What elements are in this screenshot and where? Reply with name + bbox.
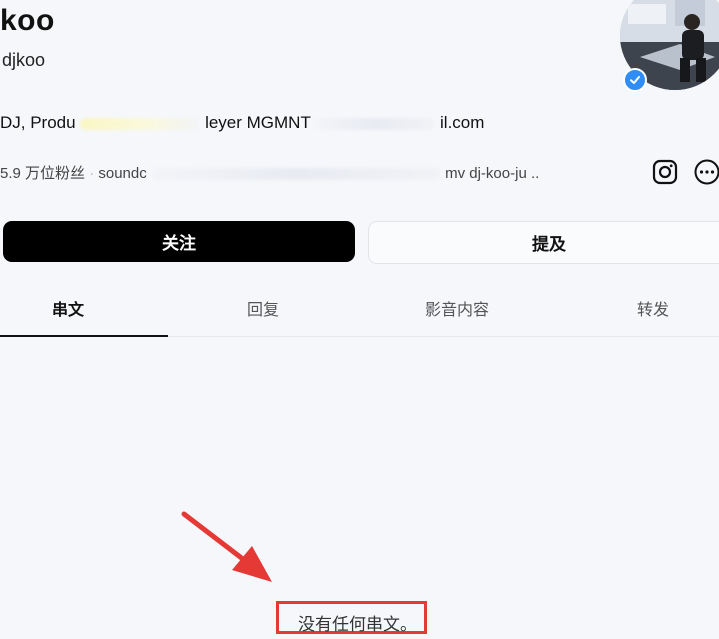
redacted-text <box>150 168 441 181</box>
tab-reposts[interactable]: 转发 <box>637 296 669 320</box>
bio-text-start: DJ, Produ <box>0 113 76 132</box>
tab-replies[interactable]: 回复 <box>247 296 279 320</box>
active-tab-indicator <box>0 335 168 337</box>
instagram-icon[interactable] <box>651 158 679 186</box>
separator: · <box>89 165 99 182</box>
tab-threads[interactable]: 串文 <box>52 296 84 320</box>
annotation-arrow-icon <box>181 511 272 582</box>
profile-name: koo <box>0 4 55 37</box>
verified-badge-icon <box>623 68 647 92</box>
profile-link-end[interactable]: mv dj-koo-ju .. <box>445 165 539 182</box>
profile-link-start[interactable]: soundc <box>98 165 146 182</box>
redacted-text <box>80 117 201 130</box>
profile-meta: 5.9 万位粉丝 · soundc mv dj-koo-ju .. <box>0 162 539 183</box>
profile-bio: DJ, Produ leyer MGMNT il.com <box>0 113 484 133</box>
redacted-text <box>315 117 436 130</box>
mention-button[interactable]: 提及 <box>368 221 719 264</box>
more-options-icon[interactable] <box>693 158 719 186</box>
bio-text-middle: leyer MGMNT <box>205 113 311 132</box>
tab-media[interactable]: 影音内容 <box>425 296 489 320</box>
empty-state-message: 没有任何串文。 <box>298 615 417 634</box>
follower-count[interactable]: 5.9 万位粉丝 <box>0 165 85 182</box>
profile-handle: djkoo <box>2 50 46 70</box>
bio-text-end: il.com <box>440 113 485 132</box>
follow-button[interactable]: 关注 <box>3 221 355 262</box>
